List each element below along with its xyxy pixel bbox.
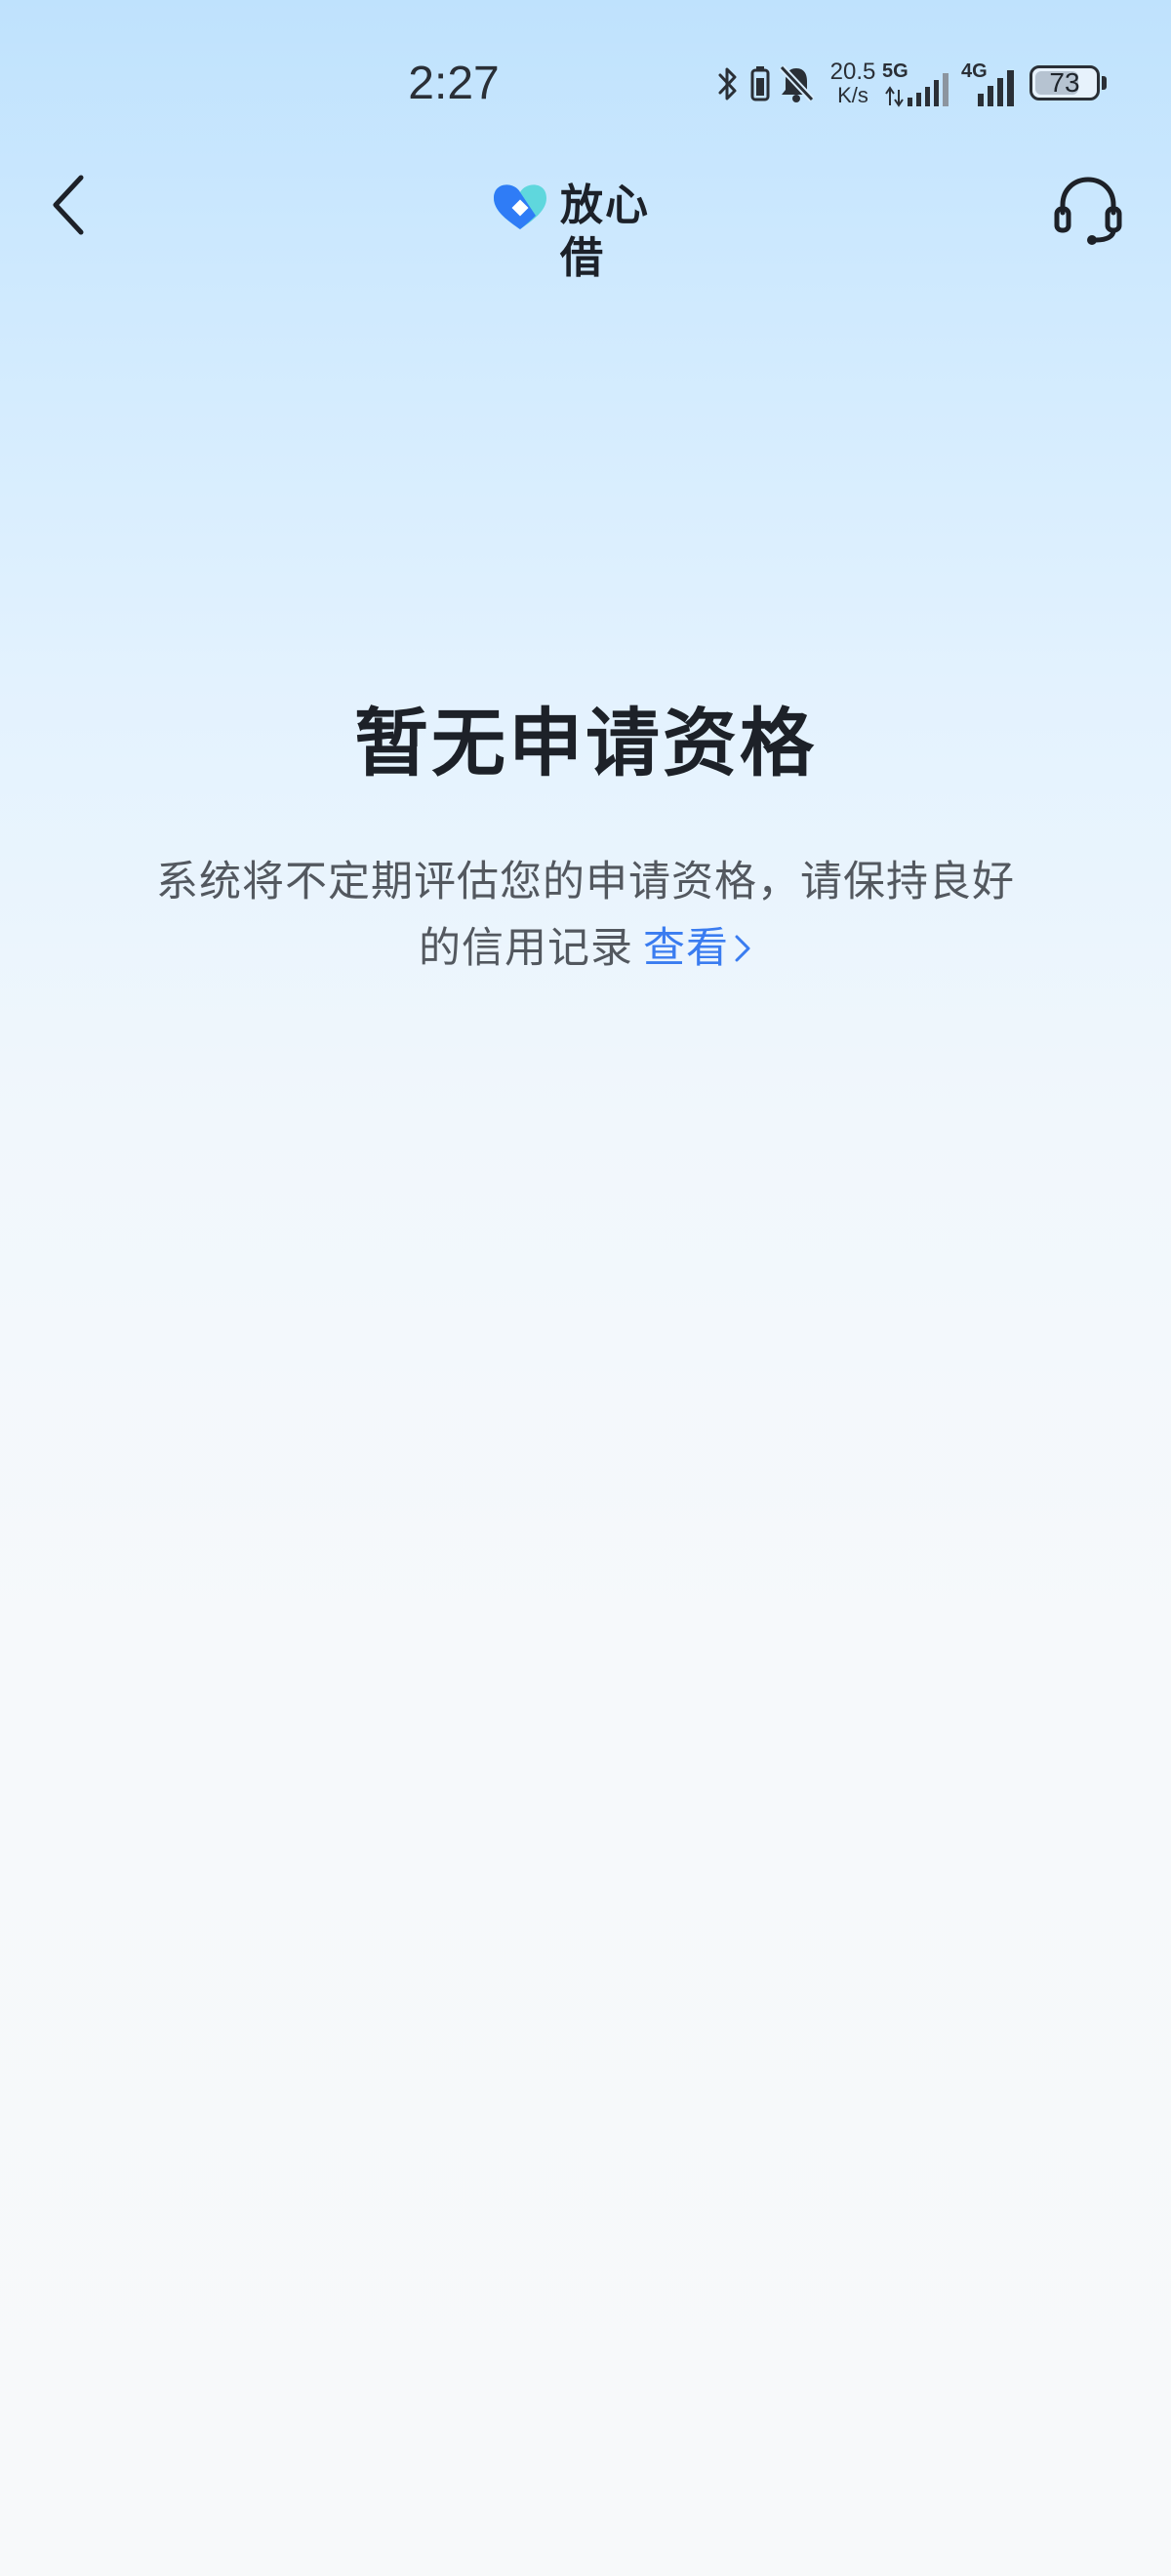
signal-5g-icon [885,73,949,107]
chevron-left-icon [53,175,84,235]
app-logo: 放心借 [478,174,693,283]
back-button[interactable] [29,166,107,244]
empty-state-description-text: 系统将不定期评估您的申请资格，请保持良好的信用记录 [156,858,1015,973]
network-speed-unit: K/s [837,83,868,107]
view-link[interactable]: 查看 [643,924,752,973]
mute-bell-icon [779,64,815,102]
battery-cap [1102,76,1107,90]
empty-state-title: 暂无申请资格 [354,700,817,786]
chevron-right-icon [735,935,750,961]
customer-service-button[interactable] [1044,166,1132,254]
network-speed-value: 20.5 [829,59,876,85]
empty-state-description: 系统将不定期评估您的申请资格，请保持良好的信用记录 查看 [156,849,1015,982]
app-logo-text: 放心借 [560,181,650,283]
status-icons: 20.5 K/s 5G 4G 73 [712,59,1112,113]
status-bar: 2:27 20.5 K/s 5G 4G 73 [0,0,1171,166]
battery-icon: 73 [1030,65,1100,101]
bluetooth-icon [718,67,737,101]
heart-logo-icon [494,184,546,229]
network-speed: 20.5 K/s [824,60,882,107]
battery-percent: 73 [1049,67,1080,98]
signal-4g-icon [978,70,1014,106]
headset-icon [1054,177,1122,245]
view-link-label: 查看 [643,924,729,973]
status-time: 2:27 [408,58,500,109]
vibrate-icon [750,66,770,101]
